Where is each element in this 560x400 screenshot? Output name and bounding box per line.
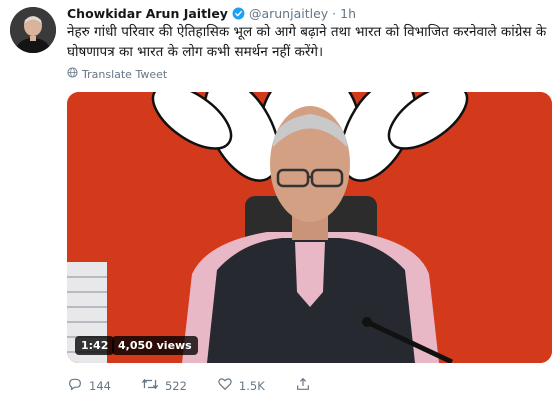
share-icon [295,376,311,395]
video-player[interactable]: 1:42 4,050 views [67,92,552,363]
avatar-image [10,7,56,53]
timestamp[interactable]: 1h [340,6,356,21]
translate-tweet-link[interactable]: Translate Tweet [67,67,167,81]
reply-icon [67,376,83,395]
translate-label: Translate Tweet [82,67,168,81]
handle[interactable]: @arunjaitley [249,6,328,21]
display-name[interactable]: Chowkidar Arun Jaitley [67,6,228,21]
retweet-icon [141,376,159,395]
retweet-count: 522 [164,378,187,393]
like-button[interactable]: 1.5K [217,376,265,395]
globe-icon [67,67,78,81]
tweet-actions: 144 522 1.5K [67,376,341,395]
video-duration-badge: 1:42 [75,336,115,355]
verified-badge-icon [232,7,245,23]
retweet-button[interactable]: 522 [141,376,187,395]
avatar[interactable] [10,7,56,53]
video-frame [67,92,552,363]
tweet-text: नेहरु गांधी परिवार की ऐतिहासिक भूल को आग… [67,24,547,60]
share-button[interactable] [295,376,311,395]
reply-count: 144 [89,378,111,393]
reply-button[interactable]: 144 [67,376,111,395]
like-count: 1.5K [238,378,265,393]
video-views-badge: 4,050 views [112,336,198,355]
like-icon [217,376,233,395]
separator-dot: · [332,6,337,21]
tweet-card[interactable]: Chowkidar Arun Jaitley @arunjaitley · 1h … [0,0,560,400]
